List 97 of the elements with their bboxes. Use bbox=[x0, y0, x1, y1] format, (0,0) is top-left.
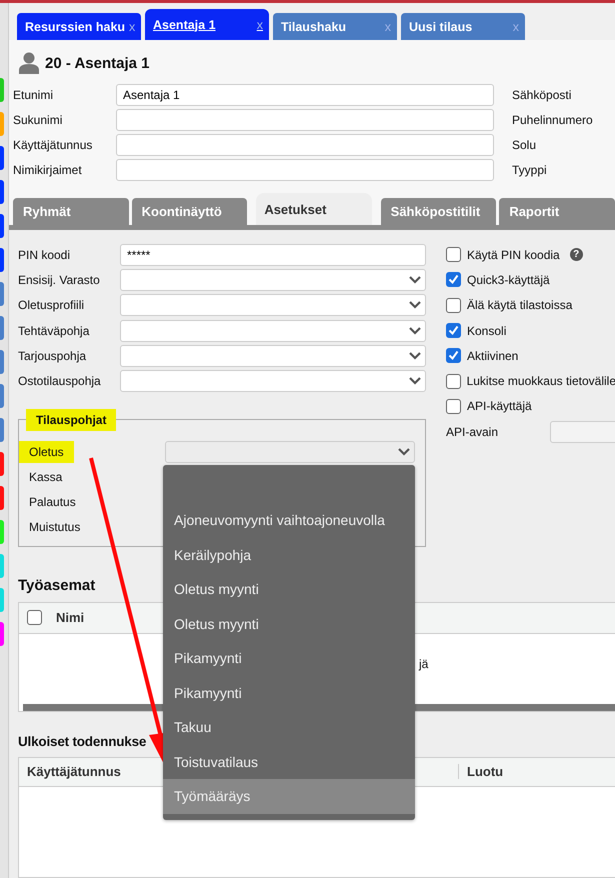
dropdown-field[interactable] bbox=[165, 441, 415, 464]
sidebar-marker[interactable] bbox=[0, 248, 4, 272]
checkbox-label: Käytä PIN koodia bbox=[467, 248, 560, 262]
menu-item[interactable]: Pikamyynti bbox=[163, 641, 415, 676]
tab[interactable]: Resurssien haku x bbox=[17, 13, 141, 40]
checkbox[interactable] bbox=[446, 374, 461, 389]
field-label: API-avain bbox=[446, 425, 498, 440]
input-field[interactable]: Asentaja 1 bbox=[116, 84, 494, 106]
tab[interactable]: Asetukset bbox=[256, 193, 372, 225]
chevron-down-icon bbox=[409, 276, 421, 284]
menu-item[interactable]: Toistuvatilaus bbox=[163, 744, 415, 779]
checkbox-label: Quick3-käyttäjä bbox=[467, 272, 550, 287]
sidebar-marker[interactable] bbox=[0, 350, 4, 374]
tab[interactable]: Sähköpostitilit bbox=[380, 198, 496, 225]
menu-item[interactable]: Oletus myynti bbox=[163, 572, 415, 606]
input-field[interactable]: ***** bbox=[120, 244, 426, 266]
checkbox-label: Konsoli bbox=[467, 324, 506, 338]
checkbox-label: API-käyttäjä bbox=[467, 399, 532, 414]
sidebar-marker[interactable] bbox=[0, 418, 4, 442]
input-field[interactable] bbox=[116, 159, 494, 181]
dropdown-field[interactable] bbox=[120, 294, 426, 316]
tab[interactable]: Koontinäyttö bbox=[132, 198, 248, 225]
close-button[interactable]: x bbox=[256, 18, 263, 32]
field-label: Nimikirjaimet bbox=[13, 163, 83, 177]
menu-item[interactable]: Oletus myynti bbox=[163, 606, 415, 641]
checkbox[interactable] bbox=[446, 398, 461, 414]
input-field[interactable] bbox=[116, 134, 494, 156]
field-label: Oletusprofiili bbox=[18, 298, 86, 312]
column-header: Käyttäjätunnus bbox=[27, 764, 121, 780]
help-icon[interactable]: ? bbox=[570, 248, 583, 262]
menu-item[interactable]: Ajoneuvomyynti vaihtoajoneuvolla bbox=[163, 503, 415, 538]
dropdown-field[interactable] bbox=[120, 320, 426, 342]
tab[interactable]: Raportit bbox=[499, 198, 615, 225]
field-label: Kassa bbox=[28, 469, 64, 486]
menu-item[interactable]: Pikamyynti bbox=[163, 676, 415, 710]
tab[interactable]: Ryhmät bbox=[13, 198, 129, 225]
sidebar-marker[interactable] bbox=[0, 112, 4, 136]
chevron-down-icon bbox=[409, 301, 421, 310]
field-label: Sähköposti bbox=[512, 88, 572, 102]
tab[interactable]: Tilaushaku x bbox=[273, 13, 397, 40]
chevron-down-icon bbox=[409, 377, 421, 386]
tab[interactable]: Asentaja 1 x bbox=[145, 9, 269, 40]
tab[interactable]: Uusi tilaus x bbox=[401, 13, 525, 40]
checkbox[interactable] bbox=[446, 272, 461, 288]
section-label: Tilauspohjat bbox=[26, 408, 116, 431]
checkbox[interactable] bbox=[446, 298, 461, 313]
sidebar-marker[interactable] bbox=[0, 622, 4, 646]
field-label: Tarjouspohja bbox=[18, 348, 88, 363]
sidebar-marker[interactable] bbox=[0, 452, 4, 476]
field-label: Palautus bbox=[28, 494, 77, 512]
field-label: Tehtäväpohja bbox=[18, 324, 90, 338]
close-button[interactable]: x bbox=[129, 20, 136, 34]
field-label: Etunimi bbox=[13, 88, 54, 102]
sidebar-marker[interactable] bbox=[0, 520, 4, 544]
field-label: Puhelinnumero bbox=[512, 113, 594, 127]
chevron-down-icon bbox=[409, 326, 421, 335]
field-label: Solu bbox=[512, 138, 538, 152]
chevron-down-icon bbox=[398, 448, 410, 456]
section-title: Työasemat bbox=[18, 576, 96, 594]
dropdown-field[interactable] bbox=[120, 370, 426, 392]
field-label: Oletus bbox=[19, 441, 74, 464]
field-label: Muistutus bbox=[28, 519, 82, 536]
field-label: PIN koodi bbox=[18, 248, 72, 262]
sidebar-marker[interactable] bbox=[0, 282, 4, 306]
column-header: Luotu bbox=[467, 764, 504, 780]
checkbox-label: Aktiivinen bbox=[467, 348, 518, 363]
field-label: Käyttäjätunnus bbox=[13, 138, 94, 152]
sidebar-marker[interactable] bbox=[0, 180, 4, 204]
field-label: Ensisij. Varasto bbox=[18, 272, 101, 287]
sidebar-marker[interactable] bbox=[0, 316, 4, 340]
sidebar-marker[interactable] bbox=[0, 146, 4, 170]
checkbox-label: Älä käytä tilastoissa bbox=[467, 298, 572, 312]
sidebar-marker[interactable] bbox=[0, 554, 4, 578]
field-label: Sukunimi bbox=[13, 113, 64, 127]
user-icon bbox=[19, 52, 39, 74]
section-title: Ulkoiset todennukse bbox=[18, 734, 146, 749]
sidebar-marker[interactable] bbox=[0, 214, 4, 238]
field-label: Tyyppi bbox=[512, 163, 548, 177]
page-title: 20 - Asentaja 1 bbox=[45, 54, 150, 72]
input-field[interactable] bbox=[116, 109, 494, 131]
sidebar-marker[interactable] bbox=[0, 78, 4, 102]
checkbox[interactable] bbox=[446, 323, 461, 338]
table-cell: jä bbox=[419, 656, 428, 671]
column-header: Nimi bbox=[56, 610, 84, 626]
sidebar-marker[interactable] bbox=[0, 588, 4, 612]
field-label: Ostotilauspohja bbox=[18, 374, 102, 388]
sidebar-marker[interactable] bbox=[0, 486, 4, 510]
dropdown-field[interactable] bbox=[120, 344, 426, 367]
menu-item[interactable]: Takuu bbox=[163, 710, 415, 744]
menu-item[interactable]: Keräilypohja bbox=[163, 538, 415, 572]
checkbox[interactable] bbox=[446, 348, 461, 364]
checkbox[interactable] bbox=[446, 247, 461, 262]
dropdown-field[interactable] bbox=[120, 268, 426, 291]
chevron-down-icon bbox=[409, 352, 421, 360]
checkbox[interactable] bbox=[27, 610, 42, 626]
sidebar-marker[interactable] bbox=[0, 384, 4, 408]
menu-item[interactable]: Työmääräys bbox=[163, 779, 415, 814]
